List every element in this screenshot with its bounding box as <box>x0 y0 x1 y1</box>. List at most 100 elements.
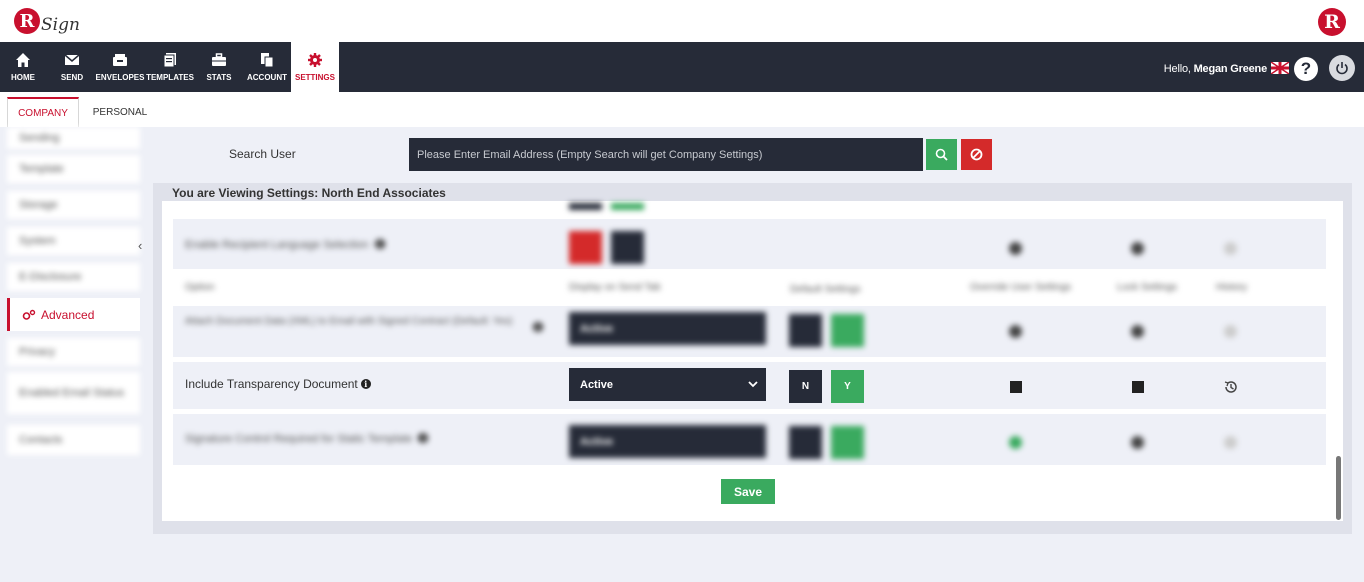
ban-icon <box>970 148 983 161</box>
power-icon[interactable] <box>1329 55 1355 81</box>
sidebar-item-label: Enabled Email Status <box>19 387 125 399</box>
sidebar-item-system[interactable]: System <box>7 227 140 255</box>
search-user-label: Search User <box>229 147 296 161</box>
blurred-controls <box>611 203 644 210</box>
sidebar-item-label: Template <box>19 163 64 175</box>
toggle-n-button[interactable] <box>789 426 822 459</box>
history-icon[interactable] <box>1224 436 1237 449</box>
info-icon[interactable]: i <box>360 379 371 389</box>
search-email-input[interactable] <box>409 138 923 171</box>
display-select[interactable]: Active <box>569 312 766 345</box>
col-default-settings: Default Settings <box>790 284 861 295</box>
rsign-logo[interactable]: R Sign <box>14 5 80 37</box>
panel-scrollbar[interactable] <box>1336 456 1341 520</box>
row-option-label: Enable Recipient Language Selection i <box>185 239 385 251</box>
nav-settings[interactable]: SETTINGS <box>291 42 339 92</box>
toggle-no-button[interactable] <box>569 231 602 264</box>
main-nav: HOME SEND ENVELOPES TEMPLATES STATS ACCO… <box>0 42 1364 92</box>
logo-letter: R <box>14 8 40 34</box>
col-history: History <box>1216 282 1248 293</box>
nav-label: HOME <box>11 73 35 82</box>
override-user-checkbox[interactable] <box>1010 381 1022 393</box>
sidebar-item-label: System <box>19 235 56 247</box>
sidebar-item-sending[interactable]: Sending <box>7 127 140 149</box>
toggle-yes-button[interactable] <box>611 231 644 264</box>
nav-templates[interactable]: TEMPLATES <box>146 42 194 92</box>
gears-icon <box>22 309 36 320</box>
col-lock-settings: Lock Settings <box>1117 282 1178 293</box>
inbox-icon <box>113 54 127 66</box>
default-n-button[interactable]: N <box>789 370 822 403</box>
history-icon[interactable] <box>1224 242 1237 255</box>
nav-home[interactable]: HOME <box>6 42 40 92</box>
row-option-label: Attach Document Data (XML) to Email with… <box>185 316 513 327</box>
sidebar-item-email-status[interactable]: Enabled Email Status <box>7 372 140 414</box>
display-select[interactable]: Active <box>569 425 766 458</box>
transparency-option-label: Include Transparency Document i <box>185 377 371 391</box>
home-icon <box>16 53 30 67</box>
sidebar-item-privacy[interactable]: Privacy <box>7 338 140 366</box>
default-y-button[interactable]: Y <box>831 370 864 403</box>
viewing-settings-title: You are Viewing Settings: North End Asso… <box>172 186 446 200</box>
sidebar-item-storage[interactable]: Storage <box>7 191 140 219</box>
logo-text: Sign <box>41 15 80 35</box>
gear-icon <box>308 53 322 67</box>
nav-label: TEMPLATES <box>146 73 194 82</box>
toggle-y-button[interactable] <box>831 314 864 347</box>
envelope-icon <box>64 54 80 65</box>
clear-search-button[interactable] <box>961 139 992 170</box>
sidebar-item-label: Storage <box>19 199 58 211</box>
nav-account[interactable]: ACCOUNT <box>247 42 287 92</box>
toggle-y-button[interactable] <box>831 426 864 459</box>
lock-radio[interactable] <box>1131 325 1144 338</box>
user-name: Megan Greene <box>1193 63 1268 75</box>
search-button[interactable] <box>926 139 957 170</box>
lock-radio[interactable] <box>1131 436 1144 449</box>
nav-stats[interactable]: STATS <box>204 42 234 92</box>
option-text: Include Transparency Document <box>185 377 358 391</box>
history-icon[interactable] <box>1223 379 1239 395</box>
lock-settings-checkbox[interactable] <box>1132 381 1144 393</box>
override-radio[interactable] <box>1009 242 1022 255</box>
blurred-controls <box>569 203 602 210</box>
history-icon[interactable] <box>1224 325 1237 338</box>
sidebar-item-label: Advanced <box>41 307 95 322</box>
sidebar-item-label: Contacts <box>19 434 63 446</box>
col-option: Option <box>185 282 215 293</box>
save-button[interactable]: Save <box>721 479 775 504</box>
nav-label: ACCOUNT <box>247 73 287 82</box>
sidebar-item-template[interactable]: Template <box>7 155 140 183</box>
chevron-down-icon <box>748 381 758 388</box>
lock-radio[interactable] <box>1131 242 1144 255</box>
row-option-text: Signature Control Required for Static Te… <box>185 433 413 445</box>
sidebar-item-edisclosure[interactable]: E-Disclosure <box>7 263 140 291</box>
templates-icon <box>163 53 176 68</box>
tab-company[interactable]: COMPANY <box>7 97 79 127</box>
toggle-n-button[interactable] <box>789 314 822 347</box>
nav-send[interactable]: SEND <box>56 42 88 92</box>
nav-label: SEND <box>60 73 84 82</box>
row-option-text: Enable Recipient Language Selection <box>185 239 369 251</box>
override-radio[interactable] <box>1009 436 1022 449</box>
sidebar-item-contacts[interactable]: Contacts <box>7 425 140 455</box>
sidebar-item-advanced[interactable]: Advanced <box>7 298 140 331</box>
briefcase-icon <box>212 53 226 66</box>
account-icon <box>261 53 274 68</box>
sidebar-item-label: Sending <box>19 132 60 144</box>
uk-flag-icon[interactable] <box>1271 62 1289 74</box>
help-icon[interactable]: ? <box>1294 57 1318 81</box>
search-icon <box>935 148 948 161</box>
info-icon: i <box>374 239 385 249</box>
settings-sidebar: Sending Template Storage System E-Disclo… <box>7 127 140 457</box>
transparency-display-select[interactable]: Active <box>569 368 766 401</box>
tab-personal[interactable]: PERSONAL <box>84 97 156 127</box>
select-value: Active <box>580 322 614 335</box>
col-display-on-send: Display on Send Tab <box>569 282 661 293</box>
nav-label: STATS <box>206 73 232 82</box>
collapse-sidebar-icon[interactable]: ‹ <box>138 238 142 253</box>
override-radio[interactable] <box>1009 325 1022 338</box>
user-greeting: Hello, Megan Greene <box>1164 63 1267 75</box>
nav-label: ENVELOPES <box>95 73 145 82</box>
nav-envelopes[interactable]: ENVELOPES <box>95 42 145 92</box>
info-icon: i <box>533 322 543 332</box>
